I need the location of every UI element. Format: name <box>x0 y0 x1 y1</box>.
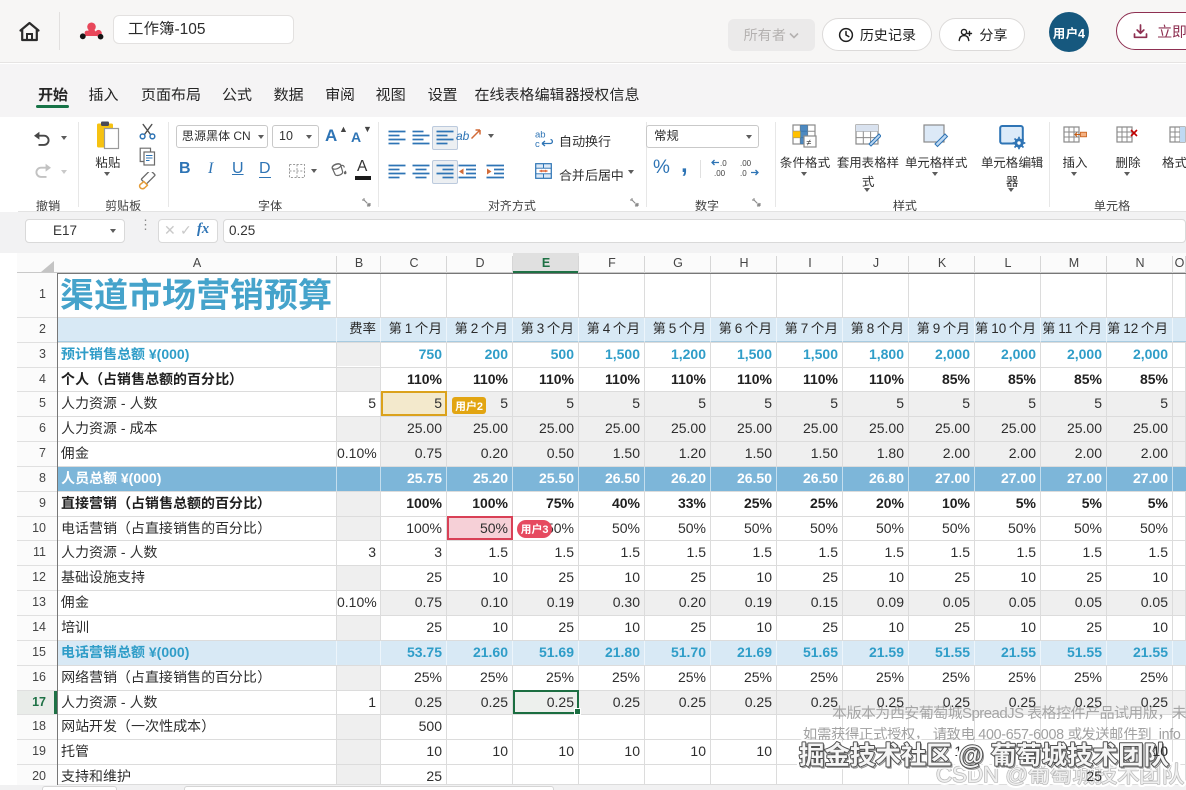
svg-text:.00: .00 <box>714 169 726 178</box>
svg-text:c: c <box>535 139 540 148</box>
svg-text:≠: ≠ <box>807 138 812 148</box>
svg-text:.00: .00 <box>740 159 752 168</box>
svg-text:.0: .0 <box>740 169 747 178</box>
svg-text:.0: .0 <box>720 159 727 168</box>
